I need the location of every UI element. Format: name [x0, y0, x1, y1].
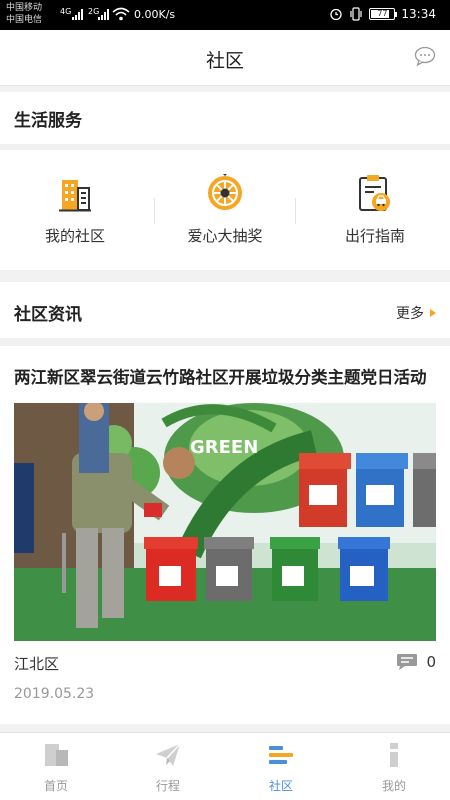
news-district: 江北区: [14, 655, 60, 673]
comment-count[interactable]: 0: [396, 653, 436, 671]
network-type-1: 4G: [60, 7, 72, 16]
signal-icon-2: [98, 8, 109, 20]
signal-icon: [72, 8, 83, 20]
tab-label: 我的: [381, 779, 406, 793]
app-screen: 中国移动 中国电信 4G 2G 0.00K/s 77 13:34 社区 生活服务…: [0, 0, 450, 800]
news-header: 社区资讯 更多: [0, 282, 450, 338]
life-services-grid: 我的社区 爱心大抽奖 出行指南: [0, 150, 450, 270]
bottom-tab-bar: 首页 行程 社区 我的: [0, 732, 450, 800]
divider: [295, 198, 296, 224]
tab-profile[interactable]: 我的: [338, 733, 450, 800]
tab-label: 社区: [268, 779, 293, 793]
battery-icon: 77: [369, 8, 398, 20]
profile-icon: [390, 743, 398, 767]
wifi-icon: [112, 7, 130, 21]
network-speed: 0.00K/s: [134, 8, 176, 21]
tab-label: 首页: [43, 779, 68, 793]
battery-level: 77: [377, 9, 388, 18]
news-card[interactable]: 两江新区翠云街道云竹路社区开展垃圾分类主题党日活动 GREEN 江北区 0 20…: [0, 346, 450, 724]
paper-plane-icon: [156, 743, 181, 766]
service-label: 爱心大抽奖: [187, 227, 263, 245]
community-icon: [269, 746, 293, 764]
car-guide-icon: [359, 175, 390, 211]
service-label: 我的社区: [44, 227, 105, 245]
comment-count-value: 0: [426, 653, 436, 671]
news-photo: GREEN: [14, 403, 436, 641]
tab-label: 行程: [155, 779, 180, 793]
service-lottery[interactable]: 爱心大抽奖: [150, 150, 300, 270]
tab-community[interactable]: 社区: [225, 733, 337, 800]
vibrate-icon: [350, 7, 363, 21]
tab-home[interactable]: 首页: [0, 733, 112, 800]
life-services-header: 生活服务: [0, 92, 450, 144]
alarm-icon: [330, 8, 343, 21]
news-image[interactable]: GREEN: [14, 403, 436, 641]
news-date: 2019.05.23: [14, 686, 95, 702]
status-time: 13:34: [401, 7, 436, 21]
service-my-community[interactable]: 我的社区: [0, 150, 150, 270]
chat-bubble-icon[interactable]: [414, 46, 436, 66]
life-services-title: 生活服务: [14, 111, 82, 131]
arrow-right-icon: [430, 309, 436, 317]
building-icon: [59, 180, 91, 212]
service-label: 出行指南: [344, 227, 405, 245]
carrier-2: 中国电信: [6, 15, 43, 25]
service-travel-guide[interactable]: 出行指南: [300, 150, 450, 270]
top-header: 社区: [0, 30, 450, 86]
news-title[interactable]: 两江新区翠云街道云竹路社区开展垃圾分类主题党日活动: [14, 364, 436, 388]
page-title: 社区: [205, 50, 244, 72]
carrier-labels: 中国移动 中国电信: [6, 2, 42, 26]
status-bar: 中国移动 中国电信 4G 2G 0.00K/s 77 13:34: [0, 0, 450, 30]
carrier-1: 中国移动: [6, 3, 43, 13]
home-icon: [45, 744, 68, 766]
green-banner-text: GREEN: [190, 437, 258, 458]
comment-icon: [397, 654, 418, 670]
more-label: 更多: [396, 306, 424, 322]
status-right: 77 13:34: [329, 7, 436, 21]
tab-trips[interactable]: 行程: [112, 733, 224, 800]
news-section-title: 社区资讯: [14, 305, 82, 325]
more-link[interactable]: 更多: [396, 303, 436, 323]
lottery-wheel-icon: [208, 174, 242, 210]
